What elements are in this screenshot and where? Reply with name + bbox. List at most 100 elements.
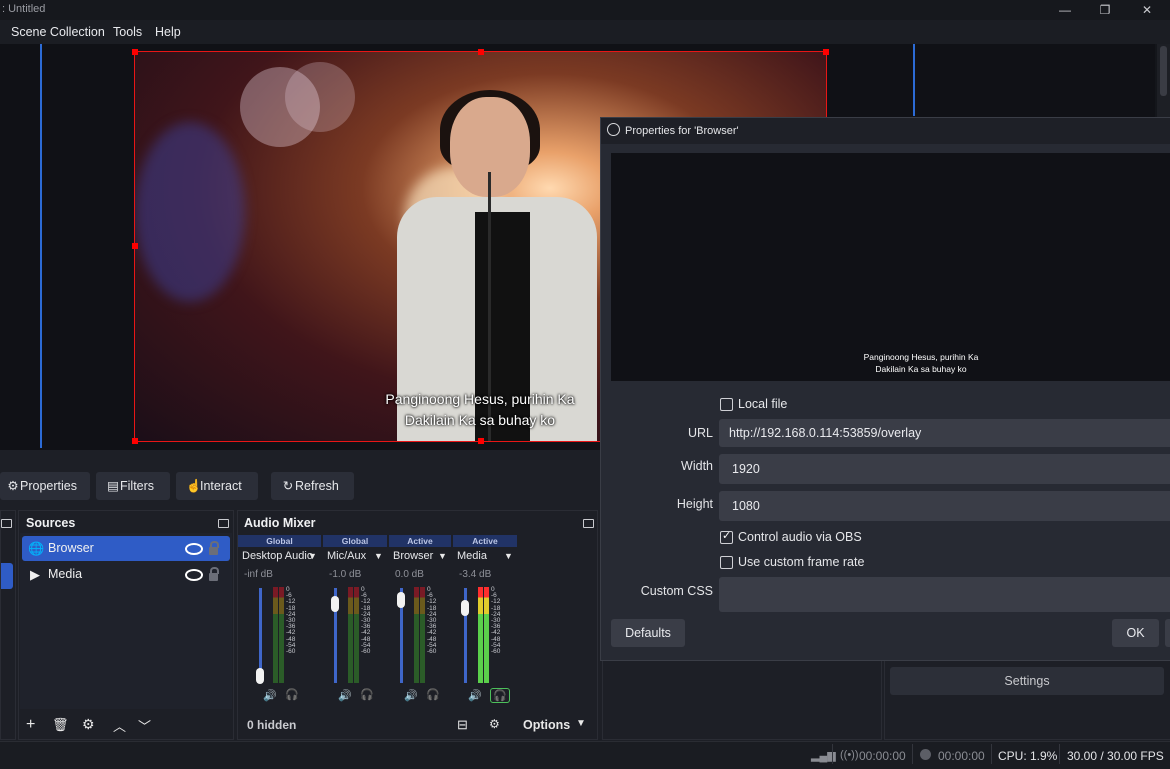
volume-fader-knob[interactable] bbox=[397, 592, 405, 608]
status-bar bbox=[0, 741, 1170, 769]
refresh-label: Refresh bbox=[295, 479, 339, 493]
dock-float-icon[interactable] bbox=[218, 519, 229, 528]
lock-icon bbox=[209, 573, 218, 581]
ok-button[interactable]: OK bbox=[1112, 619, 1159, 647]
headphones-icon[interactable]: 🎧 bbox=[426, 688, 440, 701]
add-source-icon[interactable]: + bbox=[26, 716, 35, 734]
audio-meter bbox=[484, 587, 489, 683]
menu-help[interactable]: Help bbox=[155, 25, 181, 39]
headphones-icon[interactable]: 🎧 bbox=[490, 688, 510, 703]
volume-fader-knob[interactable] bbox=[461, 600, 469, 616]
restore-button[interactable]: ❐ bbox=[1082, 0, 1128, 20]
resize-handle[interactable] bbox=[823, 49, 829, 55]
scene-item-selected[interactable] bbox=[1, 563, 13, 589]
transitions-dock bbox=[602, 660, 882, 740]
divider bbox=[1059, 744, 1060, 764]
layout-icon[interactable]: ⊟ bbox=[457, 717, 468, 733]
local-file-checkbox[interactable] bbox=[720, 398, 733, 411]
dock-float-icon[interactable] bbox=[1, 519, 12, 528]
control-audio-label: Control audio via OBS bbox=[738, 530, 862, 544]
source-item-media[interactable]: ▶ Media bbox=[22, 562, 230, 587]
canvas-edge-guide bbox=[40, 44, 42, 448]
move-up-icon[interactable]: ︿ bbox=[113, 716, 126, 735]
meter-scale: 0 -6 -12 -18 -24 -30 -36 -42 -48 -54 -60 bbox=[427, 586, 436, 655]
divider bbox=[991, 744, 992, 764]
speaker-icon[interactable]: 🔊 bbox=[468, 689, 482, 702]
advanced-audio-icon[interactable]: ⚙ bbox=[489, 717, 500, 731]
channel-db: -1.0 dB bbox=[329, 569, 362, 580]
properties-button[interactable]: ⚙Properties bbox=[0, 472, 90, 500]
channel-db: 0.0 dB bbox=[395, 569, 424, 580]
volume-fader-knob[interactable] bbox=[331, 596, 339, 612]
meter-scale: 0 -6 -12 -18 -24 -30 -36 -42 -48 -54 -60 bbox=[491, 586, 500, 655]
height-label: Height bbox=[676, 497, 713, 511]
chevron-down-icon[interactable]: ▼ bbox=[438, 551, 447, 561]
source-label: Media bbox=[48, 567, 83, 581]
play-icon: ▶ bbox=[30, 567, 40, 582]
visibility-eye-icon[interactable] bbox=[185, 569, 203, 581]
divider bbox=[832, 744, 833, 764]
subtitle-line: Panginoong Hesus, purihin Ka bbox=[385, 391, 575, 407]
properties-dialog: Properties for 'Browser' Panginoong Hesu… bbox=[600, 117, 1170, 661]
custom-frame-rate-checkbox[interactable] bbox=[720, 556, 733, 569]
custom-css-input[interactable] bbox=[719, 577, 1170, 612]
fps-readout: 30.00 / 30.00 FPS bbox=[1067, 749, 1164, 763]
resize-handle[interactable] bbox=[478, 49, 484, 55]
source-item-browser[interactable]: 🌐 Browser bbox=[22, 536, 230, 561]
defaults-button[interactable]: Defaults bbox=[611, 619, 685, 647]
trash-icon[interactable]: 🗑 bbox=[52, 717, 69, 733]
speaker-icon[interactable]: 🔊 bbox=[263, 689, 277, 702]
lock-icon bbox=[209, 547, 218, 555]
url-input[interactable]: http://192.168.0.114:53859/overlay bbox=[719, 419, 1170, 447]
chevron-down-icon[interactable]: ▼ bbox=[576, 718, 586, 729]
settings-button[interactable]: Settings bbox=[890, 667, 1164, 695]
channel-status: Global bbox=[323, 535, 387, 547]
move-down-icon[interactable]: ﹀ bbox=[138, 716, 151, 735]
close-button[interactable]: ✕ bbox=[1124, 0, 1170, 20]
divider bbox=[912, 744, 913, 764]
audio-meter bbox=[354, 587, 359, 683]
custom-frame-rate-label: Use custom frame rate bbox=[738, 555, 865, 569]
chevron-down-icon[interactable]: ▼ bbox=[504, 551, 513, 561]
channel-db: -inf dB bbox=[244, 569, 273, 580]
dock-float-icon[interactable] bbox=[583, 519, 594, 528]
title-bar: : Untitled — ❐ ✕ bbox=[0, 0, 1170, 20]
speaker-icon[interactable]: 🔊 bbox=[338, 689, 352, 702]
headphones-icon[interactable]: 🎧 bbox=[360, 688, 374, 701]
visibility-eye-icon[interactable] bbox=[185, 543, 203, 555]
resize-handle[interactable] bbox=[132, 49, 138, 55]
chevron-down-icon[interactable]: ▼ bbox=[374, 551, 383, 561]
sources-title: Sources bbox=[26, 516, 76, 530]
speaker-icon[interactable]: 🔊 bbox=[404, 689, 418, 702]
dialog-preview: Panginoong Hesus, purihin Ka Dakilain Ka… bbox=[611, 153, 1170, 381]
width-input[interactable]: 1920 bbox=[719, 454, 1170, 484]
filter-icon: ▤ bbox=[107, 479, 119, 493]
interact-label: Interact bbox=[200, 479, 242, 493]
audio-meter bbox=[420, 587, 425, 683]
gear-icon[interactable]: ⚙ bbox=[82, 716, 95, 733]
interact-button[interactable]: ☝Interact bbox=[176, 472, 258, 500]
properties-label: Properties bbox=[20, 479, 77, 493]
control-audio-checkbox[interactable] bbox=[720, 529, 733, 544]
volume-fader-knob[interactable] bbox=[256, 668, 264, 684]
canvas-edge-guide bbox=[913, 44, 915, 116]
globe-icon: 🌐 bbox=[28, 541, 45, 556]
options-button[interactable]: Options bbox=[523, 718, 570, 732]
record-time: 00:00:00 bbox=[938, 749, 985, 763]
channel-status: Global bbox=[238, 535, 321, 547]
menu-tools[interactable]: Tools bbox=[113, 25, 142, 39]
record-icon bbox=[920, 749, 931, 760]
chevron-down-icon[interactable]: ▼ bbox=[308, 551, 317, 561]
refresh-button[interactable]: ↻ Refresh bbox=[271, 472, 354, 500]
menu-scene-collection[interactable]: Scene Collection bbox=[11, 25, 105, 39]
resize-handle[interactable] bbox=[132, 243, 138, 249]
height-input[interactable]: 1080 bbox=[719, 491, 1170, 521]
scrollbar-thumb[interactable] bbox=[1160, 46, 1167, 96]
resize-handle[interactable] bbox=[478, 438, 484, 444]
resize-handle[interactable] bbox=[132, 438, 138, 444]
channel-name: Media bbox=[457, 550, 487, 562]
preview-subtitle: Dakilain Ka sa buhay ko bbox=[875, 364, 967, 374]
headphones-icon[interactable]: 🎧 bbox=[285, 688, 299, 701]
filters-button[interactable]: ▤Filters bbox=[96, 472, 170, 500]
cancel-button[interactable] bbox=[1165, 619, 1170, 647]
